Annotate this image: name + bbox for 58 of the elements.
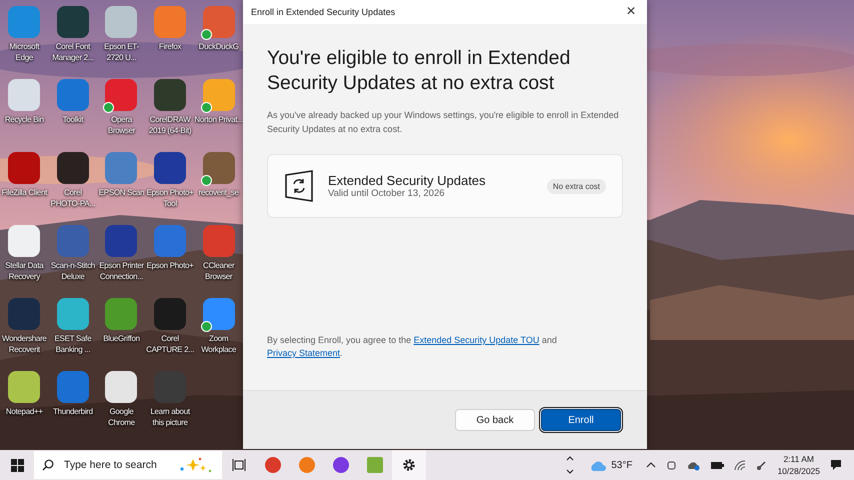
desktop-icon-label[interactable]: Learn about this picture [146, 406, 194, 428]
desktop-icon-label[interactable]: Epson Printer Connection... [97, 260, 146, 282]
close-button[interactable]: × [615, 0, 647, 24]
desktop-icon-label[interactable]: Google Chrome [97, 406, 146, 428]
desktop-icon-label[interactable]: Corel Font Manager 2... [48, 41, 98, 63]
desktop-icon-label[interactable]: BlueGriffon [103, 333, 140, 344]
settings-icon[interactable] [392, 450, 426, 480]
sparkle-icon [178, 457, 214, 473]
search-icon [42, 459, 54, 471]
desktop-icon-label[interactable]: Zoom Workplace [194, 333, 243, 355]
app-icon[interactable] [154, 152, 186, 184]
desktop-icon-label[interactable]: DuckDuckG [198, 41, 239, 52]
cloud-icon [589, 460, 608, 470]
chevron-up-icon[interactable] [646, 461, 656, 469]
dialog-heading: You're eligible to enroll in Extended Security Updates at no extra cost [267, 46, 572, 96]
app-icon[interactable] [105, 371, 138, 403]
app-icon[interactable] [154, 79, 186, 111]
app-icon[interactable] [56, 152, 89, 184]
offer-title: Extended Security Updates [328, 173, 487, 188]
app-icon[interactable] [202, 298, 235, 330]
desktop-icon-label[interactable]: Epson Photo+ [146, 260, 194, 271]
app-icon[interactable] [8, 371, 40, 403]
wifi-icon[interactable] [734, 460, 746, 470]
task-view-icon[interactable] [232, 459, 246, 471]
sync-check-icon [103, 102, 114, 113]
pen-icon[interactable] [756, 460, 768, 470]
search-field[interactable]: Type here to search [62, 458, 170, 472]
offer-validity: Valid until October 13, 2026 [328, 188, 446, 199]
desktop-icon-label[interactable]: Firefox [158, 41, 182, 52]
notification-icon[interactable] [830, 459, 842, 471]
price-badge: No extra cost [546, 178, 606, 194]
desktop-icon-label[interactable]: Microsoft Edge [0, 41, 49, 63]
window-title: Enroll in Extended Security Updates [251, 7, 396, 17]
desktop-icon-label[interactable]: Epson ET-2720 U... [97, 41, 146, 63]
desktop-icon-label[interactable]: Corel CAPTURE 2... [146, 333, 194, 355]
agreement-text: By selecting Enroll, you agree to the Extended Security Update TOU and Privacy Statement. [267, 334, 558, 360]
clock-date[interactable]: 10/28/2025 [777, 465, 820, 477]
desktop-icon-label[interactable]: Stellar Data Recovery [0, 260, 49, 282]
desktop-icon-label[interactable]: Notepad++ [6, 406, 43, 417]
start-icon[interactable] [10, 458, 24, 472]
cloud-sync-icon[interactable] [687, 460, 700, 470]
tou-link[interactable]: Extended Security Update TOU [414, 335, 540, 345]
update-window-icon [284, 170, 314, 202]
desktop-icon-label[interactable]: Wondershare Recoverit [0, 333, 49, 355]
temperature[interactable]: 53°F [611, 460, 632, 470]
desktop-icon-label[interactable]: ESET Safe Banking ... [48, 333, 98, 355]
privacy-link[interactable]: Privacy Statement [267, 348, 340, 358]
back-button[interactable]: Go back [455, 409, 535, 431]
desktop-icon-label[interactable]: Scan-n-Stitch Deluxe [48, 260, 98, 282]
clock-time[interactable]: 2:11 AM [783, 453, 814, 465]
dialog-description: As you've already backed up your Windows settings, you're eligible to enroll in Extended Security Updates at no extra cost. [267, 109, 620, 136]
app-icon[interactable] [8, 225, 40, 257]
desktop-icon-label[interactable]: Thunderbird [52, 406, 93, 417]
desktop-icon-label[interactable]: CCleaner Browser [194, 260, 243, 282]
scroll-arrows-icon[interactable] [566, 454, 574, 476]
battery-icon[interactable] [710, 460, 724, 470]
enroll-button[interactable]: Enroll [541, 409, 621, 431]
search-box[interactable]: Type here to search [34, 451, 222, 479]
